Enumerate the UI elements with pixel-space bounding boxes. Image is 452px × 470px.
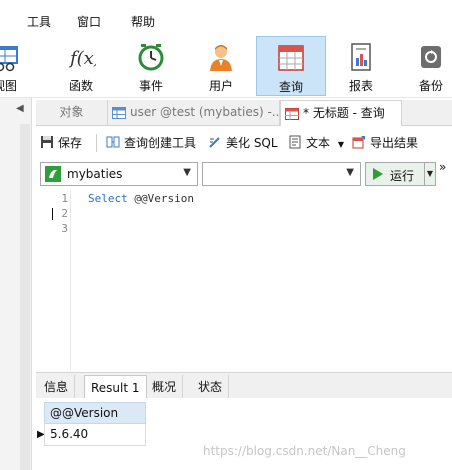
line-number: 3: [61, 222, 68, 235]
query-tab-icon: [285, 107, 299, 120]
left-panel: [0, 98, 32, 470]
chevron-down-icon: ▼: [346, 167, 354, 178]
fold-margin: [70, 190, 71, 370]
tab-objects-label: 对象: [59, 105, 84, 119]
query-builder-label: 查询创建工具: [124, 136, 197, 150]
run-button[interactable]: 运行: [365, 162, 425, 186]
function-icon: f(x): [68, 48, 96, 69]
line-number-gutter: 1 2 3: [36, 190, 70, 370]
toolbar-query-button[interactable]: 查询: [256, 36, 326, 96]
text-doc-icon: [289, 135, 301, 149]
view-icon: [0, 46, 18, 72]
tab-untitled-query-label: * 无标题 - 查询: [303, 106, 385, 120]
beautify-wand-icon: [209, 137, 220, 148]
query-grid-icon: [278, 45, 304, 71]
export-icon: [352, 136, 365, 149]
run-label: 运行: [390, 169, 415, 183]
backup-icon: [421, 46, 441, 68]
sql-editor[interactable]: 1 2 3 Select @@Version: [36, 190, 452, 370]
table-cell[interactable]: 5.6.40: [44, 424, 146, 446]
run-dropdown-icon[interactable]: ▼: [424, 162, 436, 186]
toolbar-report-button[interactable]: 报表: [326, 36, 396, 96]
toolbar-user-button[interactable]: 用户: [186, 36, 256, 96]
sql-keyword: Select: [88, 192, 128, 205]
save-label: 保存: [58, 136, 83, 150]
toolbar-report-label: 报表: [348, 79, 373, 93]
save-button[interactable]: 保存: [40, 132, 82, 154]
collapse-panel-icon[interactable]: ◀: [16, 103, 24, 114]
query-toolbar: 保存 查询创建工具 美化 SQL 文本 ▼ 导出结果: [36, 129, 452, 157]
main-toolbar: 视图 f(x) 函数 事件 用户: [0, 36, 452, 98]
export-results-button[interactable]: 导出结果: [352, 132, 418, 154]
event-clock-icon: [138, 44, 164, 71]
database-select-value: mybaties: [67, 167, 123, 181]
line-number: 1: [61, 192, 68, 205]
text-cursor: [52, 208, 53, 220]
tab-user-table-label: user @test (mybaties) -...: [130, 105, 280, 119]
database-select[interactable]: mybaties ▼: [40, 162, 198, 186]
sql-code-line[interactable]: Select @@Version: [88, 192, 194, 205]
beautify-sql-label: 美化 SQL: [226, 136, 278, 150]
beautify-sql-button[interactable]: 美化 SQL: [208, 132, 278, 154]
menu-tools[interactable]: 工具: [27, 13, 51, 30]
toolbar-view-label: 视图: [0, 79, 17, 93]
tab-overview[interactable]: 概况: [146, 375, 184, 399]
menu-help[interactable]: 帮助: [131, 13, 155, 30]
chevron-down-icon: ▼: [183, 167, 191, 178]
tab-status[interactable]: 状态: [192, 375, 230, 399]
toolbar-backup-label: 备份: [418, 79, 443, 93]
toolbar-backup-button[interactable]: 备份: [396, 36, 452, 96]
svg-text:f(x): f(x): [68, 48, 96, 69]
watermark: https://blog.csdn.net/Nan__Cheng: [203, 444, 406, 458]
text-label: 文本: [306, 136, 331, 150]
tab-user-table[interactable]: user @test (mybaties) -...: [108, 100, 280, 126]
toolbar-event-label: 事件: [138, 79, 163, 93]
text-dropdown-icon[interactable]: ▼: [338, 140, 344, 149]
connection-selector-row: mybaties ▼ ▼ 运行 ▼ »: [36, 160, 452, 188]
report-icon: [351, 43, 371, 71]
tab-objects[interactable]: 对象: [36, 100, 108, 126]
toolbar-function-label: 函数: [68, 79, 93, 93]
table-icon: [112, 106, 126, 119]
menu-window[interactable]: 窗口: [77, 13, 101, 30]
database-icon: [45, 166, 61, 182]
toolbar-function-button[interactable]: f(x) 函数: [46, 36, 116, 96]
user-icon: [210, 45, 232, 71]
export-results-label: 导出结果: [370, 136, 419, 150]
toolbar-user-label: 用户: [208, 79, 233, 93]
result-grid: @@Version ▶ 5.6.40: [36, 398, 452, 470]
toolbar-event-button[interactable]: 事件: [116, 36, 186, 96]
text-button[interactable]: 文本 ▼: [288, 132, 344, 154]
query-builder-icon: [106, 136, 120, 148]
left-panel-scrollbar[interactable]: [20, 124, 30, 470]
sql-code-text: @@Version: [127, 192, 194, 205]
tab-result-1[interactable]: Result 1: [84, 375, 147, 399]
toolbar-view-button[interactable]: 视图: [0, 36, 40, 96]
tab-untitled-query[interactable]: * 无标题 - 查询: [280, 100, 402, 126]
editor-tab-strip: 对象 user @test (mybaties) -... * 无标题 - 查询: [36, 100, 452, 126]
tab-info[interactable]: 信息: [38, 375, 76, 399]
schema-select[interactable]: ▼: [202, 162, 361, 186]
toolbar-query-label: 查询: [278, 80, 303, 94]
more-options-icon[interactable]: »: [439, 160, 446, 174]
column-header[interactable]: @@Version: [44, 402, 146, 424]
save-icon: [41, 136, 53, 148]
query-builder-button[interactable]: 查询创建工具: [106, 132, 196, 154]
menu-bar: 工具 窗口 帮助: [0, 0, 452, 36]
toolbar-separator: [96, 134, 97, 152]
play-icon: [373, 168, 383, 180]
